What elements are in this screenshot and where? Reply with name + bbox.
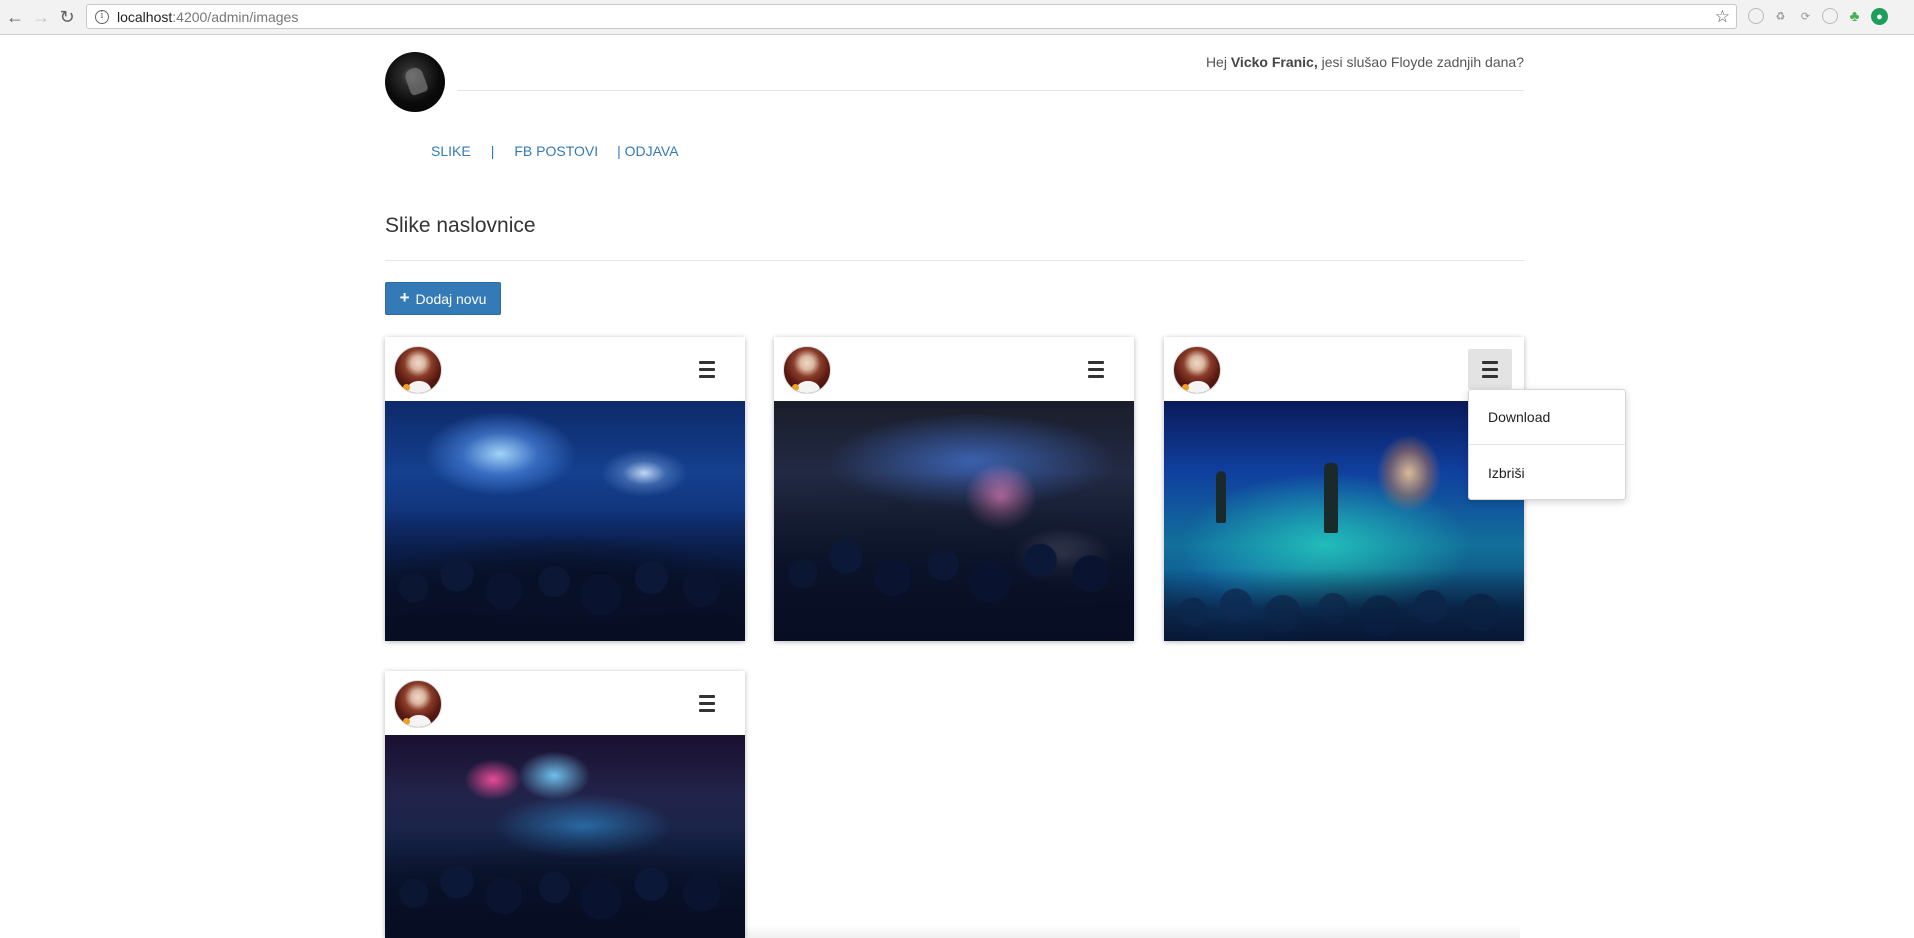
card-avatar [1173,346,1221,394]
site-logo-avatar [385,52,445,112]
info-icon[interactable]: i [95,9,109,24]
url-text[interactable]: localhost:4200/admin/images [117,9,298,25]
reload-icon[interactable]: ↻ [56,6,78,28]
menu-item-izbrisi[interactable]: Izbriši [1469,445,1625,500]
url-host: localhost [117,8,173,25]
extension-sync-icon[interactable]: ⟳ [1797,8,1814,25]
browser-toolbar: ← → ↻ i localhost:4200/admin/images ☆ ♻ … [0,0,1914,35]
hamburger-icon[interactable] [1082,355,1110,383]
hamburger-icon[interactable] [693,355,721,383]
header-divider [457,90,1524,91]
page-title: Slike naslovnice [385,214,536,237]
card-header [385,337,745,401]
bookmark-star-icon[interactable]: ☆ [1715,7,1730,27]
card-image[interactable] [385,401,745,641]
add-new-label: Dodaj novu [415,290,487,307]
card-dropdown-menu: Download Izbriši [1468,389,1626,500]
greeting-suffix: jesi slušao Floyde zadnjih dana? [1317,54,1524,70]
card-image[interactable] [385,735,745,938]
nav-separator: | [490,143,495,159]
menu-item-download[interactable]: Download [1469,390,1625,445]
hamburger-icon[interactable] [1468,349,1512,389]
card-header [774,337,1134,401]
card-image[interactable] [774,401,1134,641]
extension-leaf-icon[interactable]: ♣ [1846,8,1863,25]
card-avatar [394,680,442,728]
main-nav: SLIKE | FB POSTOVI | ODJAVA [431,143,679,159]
extension-circle-icon[interactable] [1748,8,1764,24]
nav-item-odjava[interactable]: | ODJAVA [617,143,678,159]
image-card [385,671,745,938]
extension-recycle-icon[interactable]: ♻ [1772,8,1789,25]
bottom-shadow [740,924,1520,938]
title-divider [385,260,1524,261]
extension-green-icon[interactable]: ● [1871,8,1888,25]
url-path: :4200/admin/images [172,8,299,25]
hamburger-icon[interactable] [693,689,721,717]
card-header [385,671,745,735]
user-name: Vicko Franic, [1230,54,1318,70]
forward-icon[interactable]: → [30,6,52,28]
add-new-button[interactable]: + Dodaj novu [385,282,501,315]
image-card [385,337,745,641]
extension-angular-icon[interactable] [1822,8,1838,24]
extension-icons: ♻ ⟳ ♣ ● [1748,8,1888,25]
image-card [774,337,1134,641]
nav-item-slike[interactable]: SLIKE [431,143,471,159]
user-greeting: Hej Vicko Franic, jesi slušao Floyde zad… [1206,54,1524,70]
nav-item-fb-postovi[interactable]: FB POSTOVI [514,143,598,159]
greeting-prefix: Hej [1205,54,1231,70]
back-icon[interactable]: ← [4,6,26,28]
plus-icon: + [399,288,410,307]
card-avatar [783,346,831,394]
address-bar[interactable]: i localhost:4200/admin/images ☆ [86,4,1737,29]
card-avatar [394,346,442,394]
